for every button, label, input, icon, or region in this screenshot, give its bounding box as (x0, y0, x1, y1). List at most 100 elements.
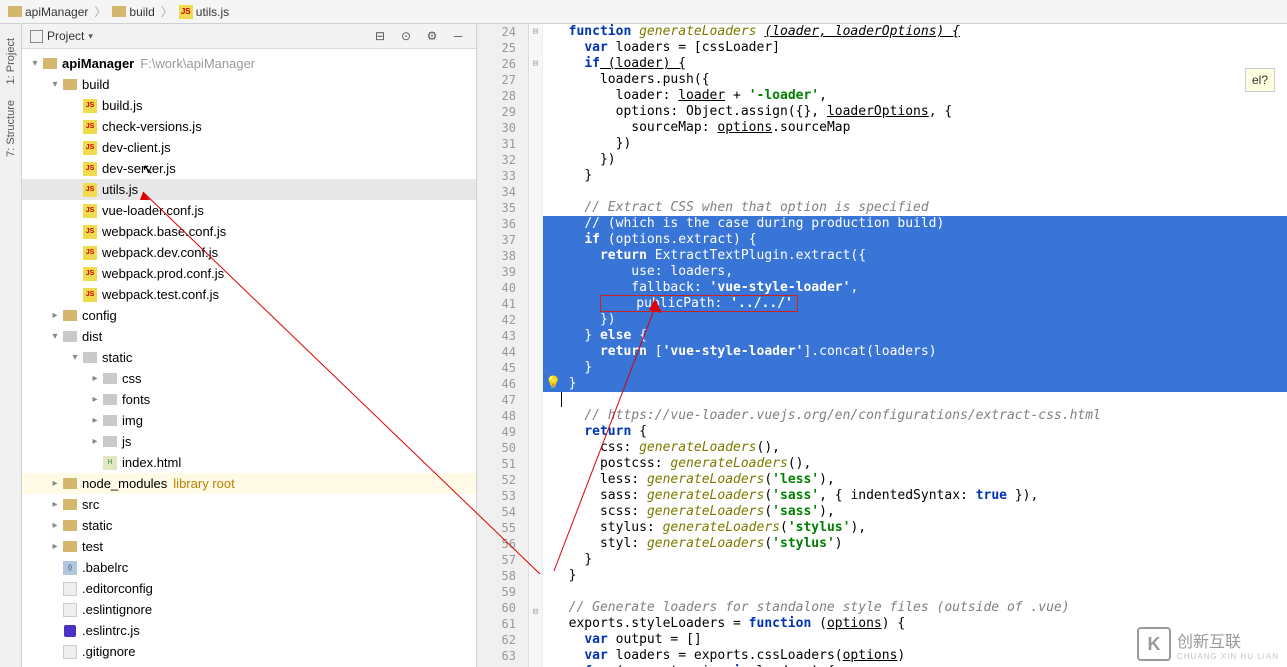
code-editor[interactable]: 2425262728293031323334353637383940414243… (477, 24, 1287, 667)
tab-structure[interactable]: 7: Structure (3, 92, 19, 165)
tree-file[interactable]: JSvue-loader.conf.js (22, 200, 476, 221)
folder-icon (63, 79, 77, 90)
editor-tooltip: el? (1245, 68, 1275, 92)
folder-icon (103, 373, 117, 384)
chevron-right-icon: 〉 (94, 3, 106, 20)
scroll-from-source-icon[interactable]: ⊙ (396, 27, 416, 45)
crumb-build[interactable]: build (112, 5, 154, 19)
file-icon (63, 582, 77, 596)
watermark: K 创新互联 CHUANG XIN HU LIAN (1137, 627, 1279, 661)
chevron-right-icon[interactable]: ▸ (88, 373, 102, 384)
crumb-build-label: build (129, 5, 154, 19)
tree-file[interactable]: JScheck-versions.js (22, 116, 476, 137)
crumb-file[interactable]: JS utils.js (179, 5, 229, 19)
json-file-icon: {} (63, 561, 77, 575)
hide-panel-icon[interactable]: ─ (448, 27, 468, 45)
chevron-right-icon[interactable]: ▸ (48, 541, 62, 552)
tree-file[interactable]: .eslintrc.js (22, 620, 476, 641)
tree-static2-folder[interactable]: ▸static (22, 515, 476, 536)
cursor-icon: ↖ (142, 161, 154, 178)
tree-test-folder[interactable]: ▸test (22, 536, 476, 557)
tree-subpath: F:\work\apiManager (140, 56, 255, 71)
tree-file[interactable]: {}.babelrc (22, 557, 476, 578)
toolwindow-left-tabs: 1: Project 7: Structure (0, 24, 22, 667)
folder-icon (63, 478, 77, 489)
line-number-gutter[interactable]: 2425262728293031323334353637383940414243… (477, 24, 529, 667)
tree-src-folder[interactable]: ▸src (22, 494, 476, 515)
folder-icon (103, 394, 117, 405)
collapse-all-icon[interactable]: ⊟ (370, 27, 390, 45)
tree-file[interactable]: JSwebpack.dev.conf.js (22, 242, 476, 263)
tree-label: apiManager (62, 56, 134, 71)
js-file-icon: JS (83, 99, 97, 113)
js-file-icon: JS (83, 225, 97, 239)
tree-folder[interactable]: ▸css (22, 368, 476, 389)
tree-nodemodules[interactable]: ▸node_moduleslibrary root (22, 473, 476, 494)
js-file-icon: JS (179, 5, 193, 19)
js-file-icon: JS (83, 141, 97, 155)
file-icon (63, 603, 77, 617)
js-file-icon: JS (83, 204, 97, 218)
tree-file[interactable]: JSwebpack.prod.conf.js (22, 263, 476, 284)
crumb-root-label: apiManager (25, 5, 88, 19)
project-panel-header: Project ▾ ⊟ ⊙ ⚙ ─ (22, 24, 476, 49)
folder-icon (63, 520, 77, 531)
html-file-icon: H (103, 456, 117, 470)
watermark-logo-icon: K (1137, 627, 1171, 661)
crumb-file-label: utils.js (196, 5, 229, 19)
chevron-down-icon[interactable]: ▾ (68, 352, 82, 363)
tree-file[interactable]: .editorconfig (22, 578, 476, 599)
fold-gutter[interactable]: ⊟⊟⊟ (529, 24, 543, 667)
tree-file[interactable]: .eslintignore (22, 599, 476, 620)
chevron-down-icon[interactable]: ▾ (48, 331, 62, 342)
tree-file[interactable]: Hindex.html (22, 452, 476, 473)
chevron-right-icon[interactable]: ▸ (88, 394, 102, 405)
tree-file[interactable]: JSwebpack.base.conf.js (22, 221, 476, 242)
tree-file-utils[interactable]: JSutils.js (22, 179, 476, 200)
eslint-icon (64, 625, 76, 637)
folder-icon (63, 541, 77, 552)
tree-dist-folder[interactable]: ▾dist (22, 326, 476, 347)
tree-file[interactable]: JSdev-server.js (22, 158, 476, 179)
code-content[interactable]: function generateLoaders (loader, loader… (543, 24, 1287, 667)
tree-file[interactable]: .gitignore (22, 641, 476, 662)
folder-icon (112, 6, 126, 17)
tree-file[interactable]: JSbuild.js (22, 95, 476, 116)
js-file-icon: JS (83, 288, 97, 302)
chevron-right-icon[interactable]: ▸ (48, 499, 62, 510)
tree-root[interactable]: ▾ apiManager F:\work\apiManager (22, 53, 476, 74)
chevron-down-icon[interactable]: ▾ (48, 79, 62, 90)
folder-icon (63, 331, 77, 342)
folder-icon (63, 499, 77, 510)
js-file-icon: JS (83, 246, 97, 260)
tab-project[interactable]: 1: Project (3, 30, 19, 92)
crumb-root[interactable]: apiManager (8, 5, 88, 19)
chevron-right-icon[interactable]: ▸ (48, 478, 62, 489)
chevron-right-icon[interactable]: ▸ (88, 436, 102, 447)
tree-build-folder[interactable]: ▾ build (22, 74, 476, 95)
chevron-down-icon[interactable]: ▾ (28, 58, 42, 69)
tree-config-folder[interactable]: ▸config (22, 305, 476, 326)
file-icon (63, 645, 77, 659)
project-tree[interactable]: ▾ apiManager F:\work\apiManager ▾ build … (22, 49, 476, 667)
tree-file[interactable]: JSdev-client.js (22, 137, 476, 158)
project-panel: Project ▾ ⊟ ⊙ ⚙ ─ ▾ apiManager F:\work\a… (22, 24, 477, 667)
breadcrumb: apiManager 〉 build 〉 JS utils.js (0, 0, 1287, 24)
folder-icon (103, 436, 117, 447)
chevron-down-icon: ▾ (88, 31, 93, 42)
panel-title[interactable]: Project ▾ (30, 29, 93, 43)
tree-folder[interactable]: ▸js (22, 431, 476, 452)
chevron-right-icon[interactable]: ▸ (48, 520, 62, 531)
chevron-right-icon[interactable]: ▸ (88, 415, 102, 426)
tree-static-folder[interactable]: ▾static (22, 347, 476, 368)
chevron-right-icon: 〉 (161, 3, 173, 20)
folder-icon (83, 352, 97, 363)
js-file-icon: JS (83, 267, 97, 281)
tree-folder[interactable]: ▸img (22, 410, 476, 431)
lightbulb-icon[interactable]: 💡 (545, 376, 561, 392)
tree-file[interactable]: JSwebpack.test.conf.js (22, 284, 476, 305)
folder-icon (8, 6, 22, 17)
gear-icon[interactable]: ⚙ (422, 27, 442, 45)
tree-folder[interactable]: ▸fonts (22, 389, 476, 410)
chevron-right-icon[interactable]: ▸ (48, 310, 62, 321)
